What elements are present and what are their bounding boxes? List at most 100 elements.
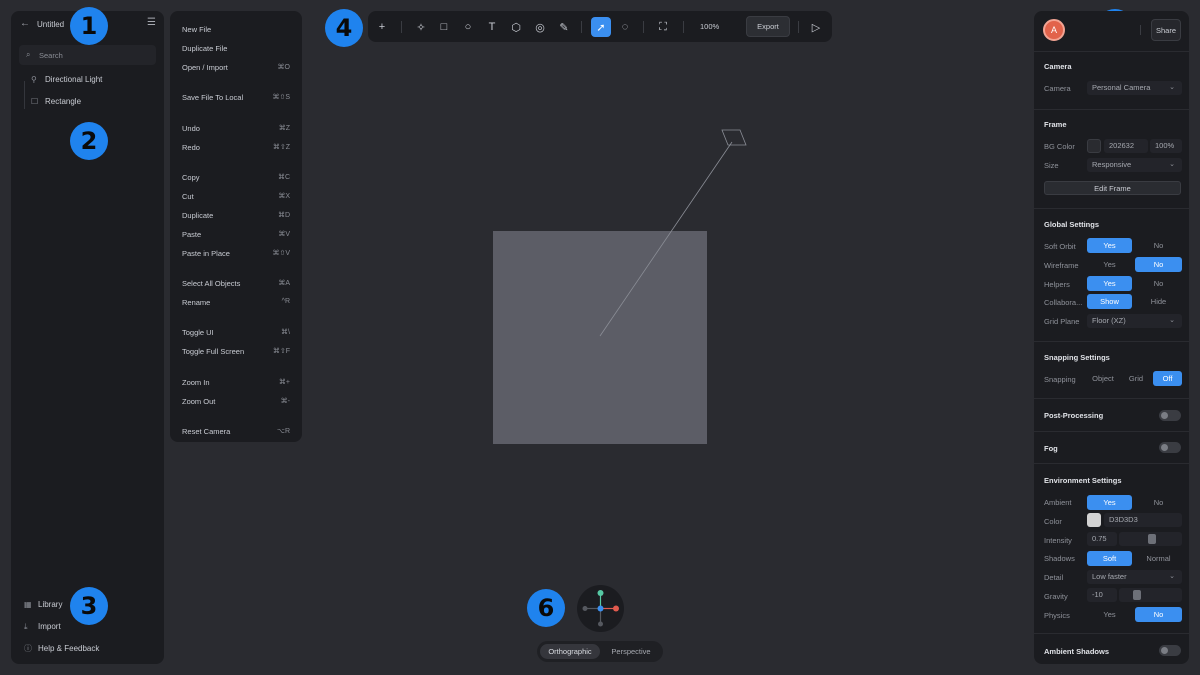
wireframe-label: Wireframe (1044, 261, 1079, 270)
intensity-value[interactable]: 0.75 (1087, 532, 1117, 546)
chevron-down-icon: ⌄ (1169, 573, 1175, 580)
axis-gizmo-graphic (582, 590, 619, 627)
soft-orbit-no[interactable]: No (1135, 238, 1182, 253)
shadows-label: Shadows (1044, 554, 1075, 563)
section-divider (1034, 431, 1189, 432)
header-divider (1140, 25, 1141, 35)
ambient-toggle: Yes No (1087, 495, 1182, 510)
section-divider (1034, 51, 1189, 52)
wireframe-toggle: Yes No (1087, 257, 1182, 272)
bg-color-label: BG Color (1044, 142, 1075, 151)
shadows-soft[interactable]: Soft (1087, 551, 1132, 566)
perspective-option[interactable]: Perspective (602, 644, 660, 659)
detail-label: Detail (1044, 573, 1064, 582)
bg-opacity[interactable]: 100% (1150, 139, 1182, 153)
wireframe-no[interactable]: No (1135, 257, 1182, 272)
bg-color-hex[interactable]: 202632 (1104, 139, 1148, 153)
section-divider (1034, 633, 1189, 634)
annotation-badge-1: 1 (70, 7, 108, 45)
camera-label: Camera (1044, 84, 1071, 93)
switch-knob (1161, 444, 1168, 451)
ambient-yes[interactable]: Yes (1087, 495, 1132, 510)
light-direction-line (599, 141, 733, 337)
gravity-label: Gravity (1044, 592, 1068, 601)
ambient-label: Ambient (1044, 498, 1072, 507)
chevron-down-icon: ⌄ (1169, 161, 1175, 168)
annotation-badge-4: 4 (325, 9, 363, 47)
color-label: Color (1044, 517, 1062, 526)
axis-gizmo[interactable] (577, 585, 624, 632)
post-processing-switch[interactable] (1159, 410, 1181, 421)
slider-thumb[interactable] (1133, 590, 1141, 600)
env-color-hex[interactable]: D3D3D3 (1104, 513, 1182, 527)
env-color-swatch[interactable] (1087, 513, 1101, 527)
share-button[interactable]: Share (1151, 19, 1181, 41)
camera-section-title: Camera (1044, 62, 1072, 71)
intensity-slider[interactable] (1119, 532, 1182, 546)
shadows-normal[interactable]: Normal (1135, 551, 1182, 566)
chevron-down-icon: ⌄ (1169, 317, 1175, 324)
collaboration-toggle: Show Hide (1087, 294, 1182, 309)
detail-select[interactable]: Low faster ⌄ (1087, 570, 1182, 584)
ambient-no[interactable]: No (1135, 495, 1182, 510)
ambient-shadows-switch[interactable] (1159, 645, 1181, 656)
frame-section-title: Frame (1044, 120, 1067, 129)
size-label: Size (1044, 161, 1059, 170)
physics-label: Physics (1044, 611, 1070, 620)
snapping-object[interactable]: Object (1087, 371, 1119, 386)
camera-select-value: Personal Camera (1092, 83, 1151, 92)
snapping-label: Snapping (1044, 375, 1076, 384)
section-divider (1034, 463, 1189, 464)
physics-yes[interactable]: Yes (1087, 607, 1132, 622)
slider-thumb[interactable] (1148, 534, 1156, 544)
section-divider (1034, 398, 1189, 399)
detail-select-value: Low faster (1092, 572, 1127, 581)
ambient-shadows-title: Ambient Shadows (1044, 647, 1110, 656)
shadows-toggle: Soft Normal (1087, 551, 1182, 566)
wireframe-yes[interactable]: Yes (1087, 257, 1132, 272)
snapping-off[interactable]: Off (1153, 371, 1182, 386)
canvas-overlay (599, 129, 747, 337)
size-select-value: Responsive (1092, 160, 1132, 169)
gravity-value[interactable]: -10 (1087, 588, 1117, 602)
snapping-grid[interactable]: Grid (1121, 371, 1151, 386)
camera-view-toggle: Orthographic Perspective (537, 641, 663, 662)
orthographic-option[interactable]: Orthographic (540, 644, 600, 659)
grid-plane-label: Grid Plane (1044, 317, 1080, 326)
section-divider (1034, 341, 1189, 342)
chevron-down-icon: ⌄ (1169, 84, 1175, 91)
global-settings-title: Global Settings (1044, 220, 1100, 229)
physics-no[interactable]: No (1135, 607, 1182, 622)
properties-panel: A Share Camera Camera Personal Camera ⌄ F… (1034, 11, 1189, 664)
collaboration-show[interactable]: Show (1087, 294, 1132, 309)
soft-orbit-label: Soft Orbit (1044, 242, 1076, 251)
helpers-toggle: Yes No (1087, 276, 1182, 291)
environment-settings-title: Environment Settings (1044, 476, 1122, 485)
gravity-slider[interactable] (1119, 588, 1182, 602)
collaboration-hide[interactable]: Hide (1135, 294, 1182, 309)
helpers-yes[interactable]: Yes (1087, 276, 1132, 291)
grid-plane-value: Floor (XZ) (1092, 316, 1126, 325)
annotation-badge-3: 3 (70, 587, 108, 625)
intensity-label: Intensity (1044, 536, 1072, 545)
physics-toggle: Yes No (1087, 607, 1182, 622)
edit-frame-button[interactable]: Edit Frame (1044, 181, 1181, 195)
collaboration-label: Collabora... (1044, 298, 1083, 307)
user-avatar[interactable]: A (1043, 19, 1065, 41)
soft-orbit-yes[interactable]: Yes (1087, 238, 1132, 253)
switch-knob (1161, 412, 1168, 419)
grid-plane-select[interactable]: Floor (XZ) ⌄ (1087, 314, 1182, 328)
section-divider (1034, 208, 1189, 209)
helpers-no[interactable]: No (1135, 276, 1182, 291)
directional-light-gizmo[interactable] (721, 129, 747, 146)
camera-select[interactable]: Personal Camera ⌄ (1087, 81, 1182, 95)
helpers-label: Helpers (1044, 280, 1070, 289)
section-divider (1034, 109, 1189, 110)
fog-switch[interactable] (1159, 442, 1181, 453)
snapping-settings-title: Snapping Settings (1044, 353, 1110, 362)
size-select[interactable]: Responsive ⌄ (1087, 158, 1182, 172)
bg-color-swatch[interactable] (1087, 139, 1101, 153)
snapping-toggle: Object Grid Off (1087, 371, 1182, 386)
fog-title: Fog (1044, 444, 1058, 453)
annotation-badge-6: 6 (527, 589, 565, 627)
